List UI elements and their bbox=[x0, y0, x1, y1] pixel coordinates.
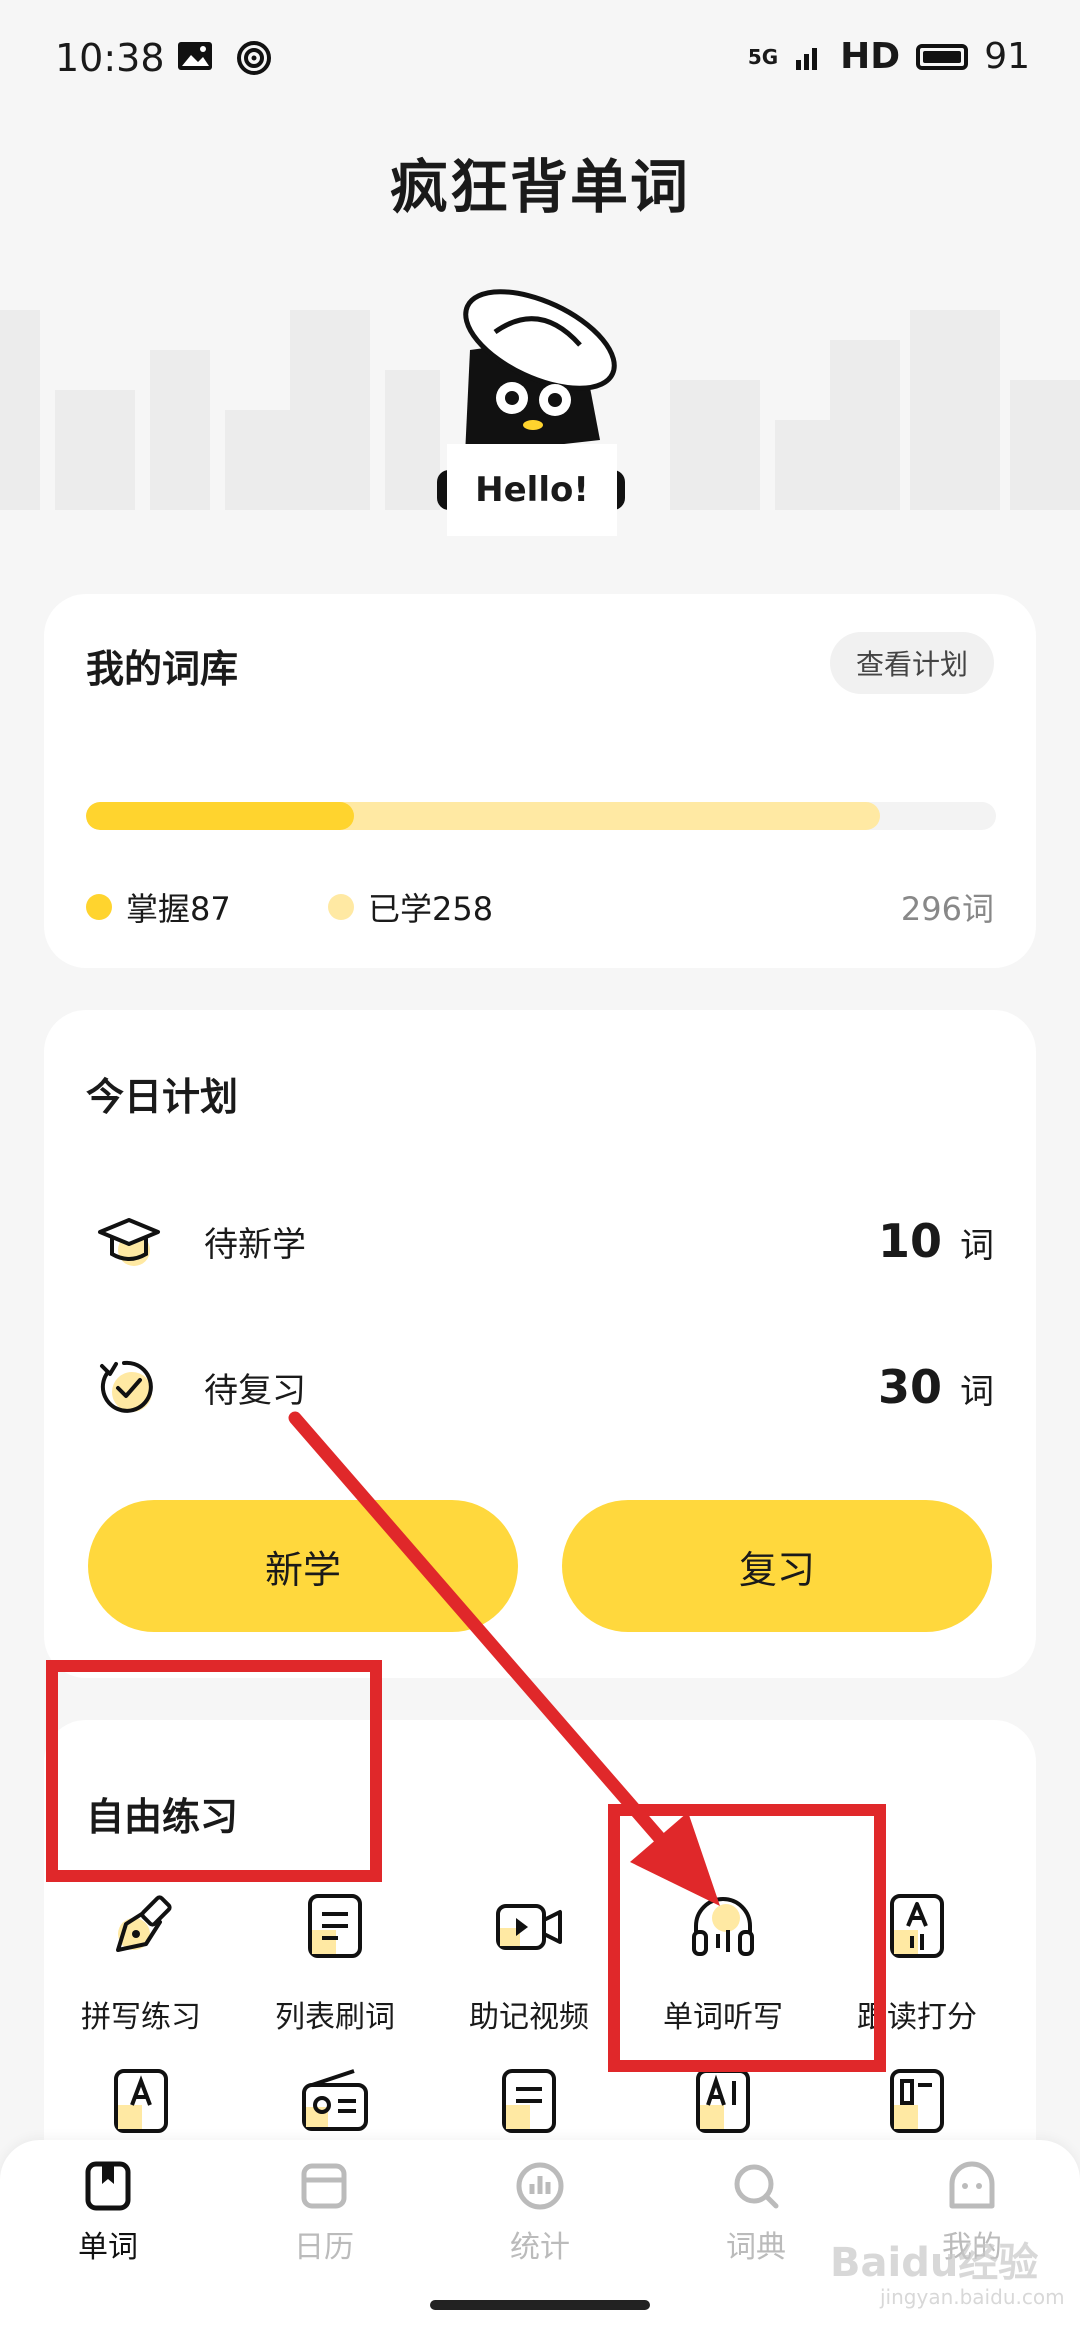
learned-dot bbox=[328, 894, 354, 920]
radio-icon bbox=[302, 2069, 368, 2131]
annotation-box-free-practice bbox=[46, 1660, 382, 1882]
card-icon bbox=[890, 2069, 944, 2133]
annotation-box-dictation bbox=[608, 1804, 886, 2072]
plan-new-count: 10 词 bbox=[878, 1214, 994, 1268]
plan-new-number: 10 bbox=[877, 1214, 942, 1268]
review-button[interactable]: 复习 bbox=[562, 1500, 992, 1632]
plan-new-label: 待新学 bbox=[204, 1224, 306, 1265]
pen-nib-icon bbox=[116, 1895, 172, 1952]
nav-stats-label: 统计 bbox=[510, 2230, 570, 2265]
practice-item-row2-3[interactable] bbox=[432, 2065, 626, 2139]
legend-mastered: 掌握87 bbox=[86, 884, 231, 930]
list-icon bbox=[308, 1894, 362, 1958]
practice-video-label: 助记视频 bbox=[469, 2000, 589, 2035]
nav-stats[interactable]: 统计 bbox=[470, 2158, 610, 2266]
mastered-label: 掌握87 bbox=[126, 890, 231, 928]
graduation-cap-icon bbox=[98, 1218, 160, 1266]
video-icon bbox=[496, 1904, 562, 1950]
status-time: 10:38 bbox=[55, 36, 165, 80]
plan-review-label: 待复习 bbox=[204, 1370, 306, 1411]
progress-mastered-fill bbox=[86, 802, 354, 830]
legend-learned: 已学258 bbox=[328, 884, 493, 930]
profile-icon bbox=[949, 2161, 995, 2209]
word-book-icon bbox=[85, 2161, 131, 2211]
total-words: 296词 bbox=[900, 890, 994, 928]
battery-icon bbox=[916, 43, 969, 70]
practice-grid-row-2 bbox=[44, 2065, 1036, 2139]
plan-row-new[interactable]: 待新学 10 词 bbox=[94, 1196, 994, 1286]
practice-video[interactable]: 助记视频 bbox=[432, 1890, 626, 2036]
hd-label: HD bbox=[840, 36, 901, 77]
watermark: Baidu经验 bbox=[830, 2240, 1039, 2286]
stats-icon bbox=[516, 2162, 564, 2210]
library-progress-bar bbox=[86, 802, 996, 830]
nav-dictionary-label: 词典 bbox=[726, 2230, 786, 2265]
status-system-icons: 5G HD 91 bbox=[748, 36, 1030, 77]
nav-dictionary[interactable]: 词典 bbox=[686, 2158, 826, 2266]
practice-spelling-label: 拼写练习 bbox=[81, 2000, 201, 2035]
library-card[interactable]: 我的词库 查看计划 掌握87 已学258 296词 bbox=[44, 594, 1036, 968]
plan-new-unit: 词 bbox=[960, 1226, 994, 1266]
view-plan-button[interactable]: 查看计划 bbox=[829, 632, 994, 694]
practice-grid: 拼写练习 列表刷词 助记视频 单词听写 跟读打分 bbox=[44, 1890, 1036, 2036]
mastered-dot bbox=[86, 894, 112, 920]
calendar-icon bbox=[301, 2163, 347, 2209]
nav-words-label: 单词 bbox=[78, 2230, 138, 2265]
practice-item-row2-1[interactable] bbox=[44, 2065, 238, 2139]
learned-label: 已学258 bbox=[368, 890, 494, 928]
today-plan-title: 今日计划 bbox=[86, 1075, 239, 1119]
network-label: 5G bbox=[747, 44, 779, 69]
app-title: 疯狂背单词 bbox=[389, 153, 690, 221]
today-plan-card: 今日计划 待新学 10 词 待复习 30 词 新学 复习 bbox=[44, 1010, 1036, 1678]
practice-spelling[interactable]: 拼写练习 bbox=[44, 1890, 238, 2036]
nav-calendar-label: 日历 bbox=[294, 2230, 354, 2265]
read-aloud-icon bbox=[890, 1894, 944, 1958]
home-indicator[interactable] bbox=[430, 2300, 650, 2310]
nav-calendar[interactable]: 日历 bbox=[254, 2158, 394, 2266]
document-icon bbox=[502, 2069, 556, 2133]
nav-words[interactable]: 单词 bbox=[38, 2158, 178, 2266]
status-notification-icons bbox=[176, 40, 272, 76]
battery-level: 91 bbox=[984, 36, 1030, 77]
practice-list[interactable]: 列表刷词 bbox=[238, 1890, 432, 2036]
new-learn-button[interactable]: 新学 bbox=[88, 1500, 518, 1632]
plan-review-unit: 词 bbox=[960, 1372, 994, 1412]
image-icon bbox=[178, 42, 212, 70]
dictionary-search-icon bbox=[734, 2164, 779, 2209]
letter-card-icon bbox=[114, 2069, 168, 2133]
plan-review-number: 30 bbox=[877, 1360, 942, 1414]
signal-icon bbox=[796, 47, 818, 70]
ai-icon bbox=[696, 2069, 750, 2133]
plan-review-count: 30 词 bbox=[878, 1360, 994, 1414]
practice-list-label: 列表刷词 bbox=[275, 2000, 395, 2035]
practice-item-row2-2[interactable] bbox=[238, 2065, 432, 2139]
hello-sign: Hello! bbox=[447, 444, 617, 536]
practice-item-row2-4[interactable] bbox=[626, 2065, 820, 2139]
status-bar: 10:38 5G HD 91 bbox=[0, 0, 1080, 120]
practice-item-row2-5[interactable] bbox=[820, 2065, 1014, 2139]
review-clock-icon bbox=[100, 1360, 153, 1413]
library-title: 我的词库 bbox=[86, 647, 239, 691]
target-icon bbox=[237, 41, 271, 75]
plan-row-review[interactable]: 待复习 30 词 bbox=[94, 1342, 994, 1432]
watermark-sub: jingyan.baidu.com bbox=[880, 2285, 1065, 2309]
